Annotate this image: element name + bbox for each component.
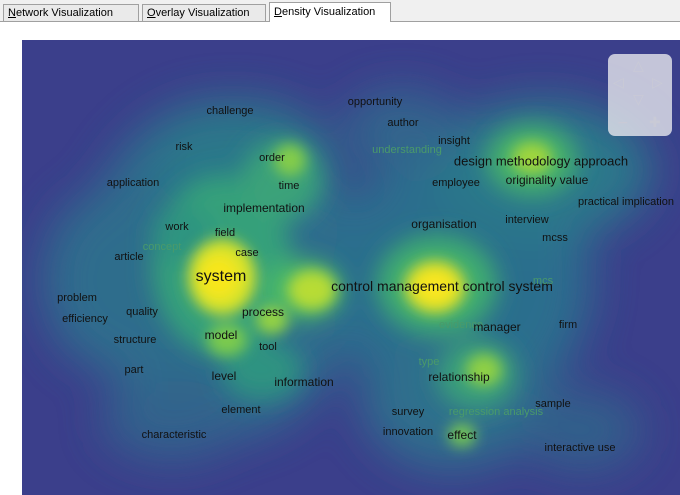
tab-network-visualization[interactable]: Network Visualization bbox=[3, 4, 139, 21]
term-label[interactable]: implementation bbox=[223, 201, 304, 215]
tab-accel: O bbox=[147, 7, 156, 19]
term-label[interactable]: field bbox=[215, 227, 235, 239]
pan-down-icon[interactable]: ▽ bbox=[633, 93, 644, 107]
navigation-control: △ ◁ ▷ ▽ − ✚ bbox=[608, 54, 672, 136]
term-label[interactable]: process bbox=[242, 305, 284, 319]
term-label[interactable]: challenge bbox=[206, 105, 253, 117]
term-label[interactable]: efficiency bbox=[62, 313, 108, 325]
term-label[interactable]: regression analysis bbox=[449, 406, 543, 418]
term-label[interactable]: quality bbox=[126, 306, 158, 318]
zoom-out-icon[interactable]: − bbox=[617, 116, 629, 130]
term-label[interactable]: originality value bbox=[506, 173, 589, 187]
term-label[interactable]: type bbox=[419, 356, 440, 368]
term-label[interactable]: level bbox=[212, 369, 237, 383]
term-label[interactable]: order bbox=[259, 152, 285, 164]
term-label[interactable]: effect bbox=[447, 428, 476, 442]
term-label[interactable]: interview bbox=[505, 214, 548, 226]
tab-label: ensity Visualization bbox=[281, 6, 376, 18]
term-label[interactable]: control management control system bbox=[331, 278, 553, 294]
term-label[interactable]: survey bbox=[392, 406, 424, 418]
term-label[interactable]: article bbox=[114, 251, 143, 263]
tab-label: verlay Visualization bbox=[155, 7, 250, 19]
term-label[interactable]: interactive use bbox=[545, 442, 616, 454]
term-label[interactable]: employee bbox=[432, 177, 480, 189]
term-label[interactable]: concept bbox=[143, 241, 182, 253]
tab-accel: D bbox=[274, 6, 282, 18]
tab-accel: N bbox=[8, 7, 16, 19]
term-label[interactable]: manager bbox=[473, 320, 520, 334]
term-label[interactable]: application bbox=[107, 177, 160, 189]
term-label[interactable]: time bbox=[279, 180, 300, 192]
term-label[interactable]: structure bbox=[114, 334, 157, 346]
term-label[interactable]: model bbox=[205, 328, 238, 342]
term-label[interactable]: opportunity bbox=[348, 96, 402, 108]
term-label[interactable]: tool bbox=[259, 341, 277, 353]
term-label[interactable]: mcs bbox=[533, 275, 553, 287]
tab-bar: Network Visualization Overlay Visualizat… bbox=[0, 0, 680, 22]
term-label[interactable]: system bbox=[196, 268, 247, 286]
pan-left-icon[interactable]: ◁ bbox=[613, 76, 624, 90]
term-label[interactable]: organisation bbox=[411, 217, 476, 231]
term-label[interactable]: innovation bbox=[383, 426, 433, 438]
term-label[interactable]: characteristic bbox=[142, 429, 207, 441]
term-label[interactable]: relationship bbox=[428, 370, 489, 384]
term-label[interactable]: part bbox=[125, 364, 144, 376]
term-label[interactable]: sample bbox=[535, 398, 570, 410]
term-label[interactable]: practical implication bbox=[578, 196, 674, 208]
term-label[interactable]: case bbox=[235, 247, 258, 259]
term-label[interactable]: information bbox=[274, 375, 333, 389]
zoom-in-icon[interactable]: ✚ bbox=[649, 116, 661, 130]
pan-right-icon[interactable]: ▷ bbox=[652, 76, 663, 90]
pan-up-icon[interactable]: △ bbox=[633, 59, 644, 73]
term-label[interactable]: firm bbox=[559, 319, 577, 331]
term-label[interactable]: element bbox=[221, 404, 260, 416]
density-map[interactable]: opportunity author challenge insight underst… bbox=[22, 40, 680, 495]
tab-label: etwork Visualization bbox=[15, 7, 113, 19]
tab-overlay-visualization[interactable]: Overlay Visualization bbox=[142, 4, 266, 21]
term-label[interactable]: design methodology approach bbox=[454, 154, 628, 169]
term-label[interactable]: mcss bbox=[542, 232, 568, 244]
term-label[interactable]: understanding bbox=[372, 144, 442, 156]
term-label[interactable]: risk bbox=[175, 141, 192, 153]
tab-density-visualization[interactable]: Density Visualization bbox=[269, 2, 391, 22]
visualization-panel: opportunity author challenge insight underst… bbox=[0, 22, 680, 495]
term-label[interactable]: problem bbox=[57, 292, 97, 304]
density-heatmap bbox=[22, 40, 680, 495]
term-label[interactable]: work bbox=[165, 221, 188, 233]
term-label[interactable]: author bbox=[387, 117, 418, 129]
term-label[interactable]: insight bbox=[438, 135, 470, 147]
